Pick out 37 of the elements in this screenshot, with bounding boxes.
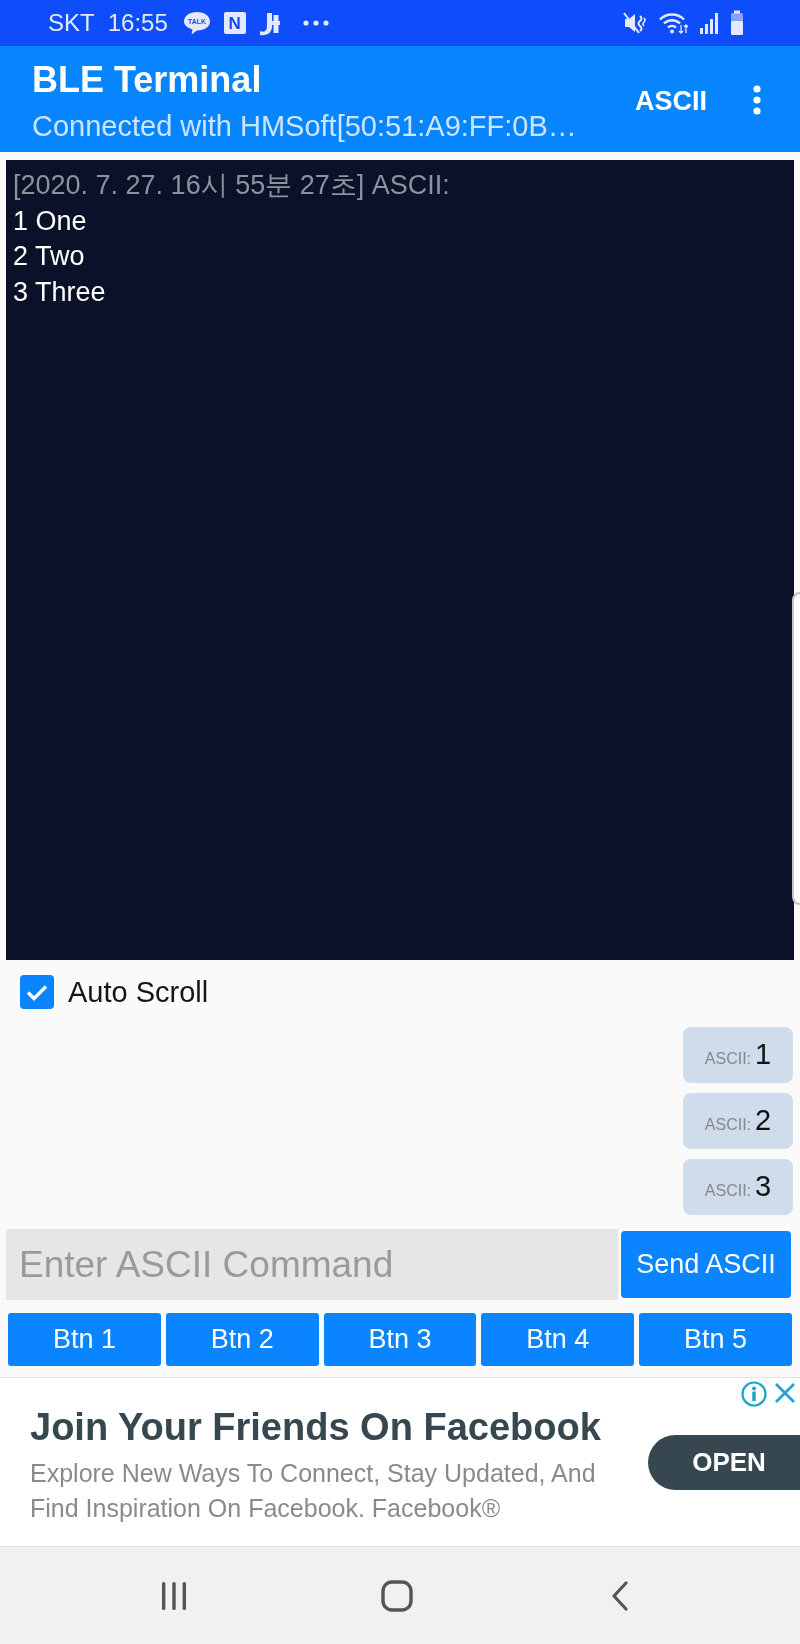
auto-scroll-label[interactable]: Auto Scroll: [68, 975, 209, 1009]
quick-command-button[interactable]: ASCII:3: [683, 1159, 793, 1215]
ascii-mode-button[interactable]: ASCII: [635, 82, 707, 121]
output-line: 1 One: [13, 204, 88, 238]
signal-icon: [699, 11, 719, 35]
timestamp-line: [2020. 7. 27. 16시 55분 27초] ASCII:: [13, 169, 451, 202]
quick-command-button[interactable]: ASCII:2: [683, 1093, 793, 1149]
output-line: 3 Three: [13, 275, 107, 309]
connection-status: Connected with HMSoft[50:51:A9:FF:0B…: [32, 110, 578, 143]
auto-scroll-checkbox[interactable]: [20, 975, 54, 1009]
back-icon[interactable]: [610, 1580, 629, 1611]
clock-time: 16:55: [107, 9, 168, 37]
quick-command-button[interactable]: ASCII:1: [683, 1027, 793, 1083]
edge-panel-handle[interactable]: [792, 592, 800, 905]
app-notification-icon: [258, 10, 281, 36]
ad-description: Explore New Ways To Connect, Stay Updated, And Find Inspiration On Facebook. Facebook®: [30, 1458, 597, 1524]
macro-button[interactable]: Btn 2: [165, 1313, 319, 1366]
output-line: 2 Two: [13, 240, 86, 273]
wifi-icon: [658, 11, 688, 35]
macro-button[interactable]: Btn 5: [639, 1313, 792, 1366]
command-input[interactable]: Enter ASCII Command: [6, 1229, 618, 1300]
battery-icon: [730, 10, 744, 36]
send-button[interactable]: Send ASCII: [621, 1231, 791, 1298]
carrier-name: SKT: [48, 9, 95, 37]
info-icon[interactable]: [741, 1381, 767, 1407]
more-notifications-icon: [301, 19, 330, 27]
macro-button[interactable]: Btn 3: [323, 1313, 477, 1366]
vibrate-mute-icon: [623, 11, 647, 35]
open-button[interactable]: OPEN: [648, 1435, 800, 1490]
macro-button[interactable]: Btn 1: [8, 1313, 161, 1366]
more-options-icon[interactable]: [753, 85, 761, 115]
app-title: BLE Terminal: [32, 60, 263, 100]
ad-title: Join Your Friends On Facebook: [30, 1405, 602, 1450]
macro-button[interactable]: Btn 4: [481, 1313, 635, 1366]
home-icon[interactable]: [380, 1579, 413, 1612]
close-icon[interactable]: [773, 1381, 797, 1405]
letter-box-icon: N: [223, 12, 246, 34]
